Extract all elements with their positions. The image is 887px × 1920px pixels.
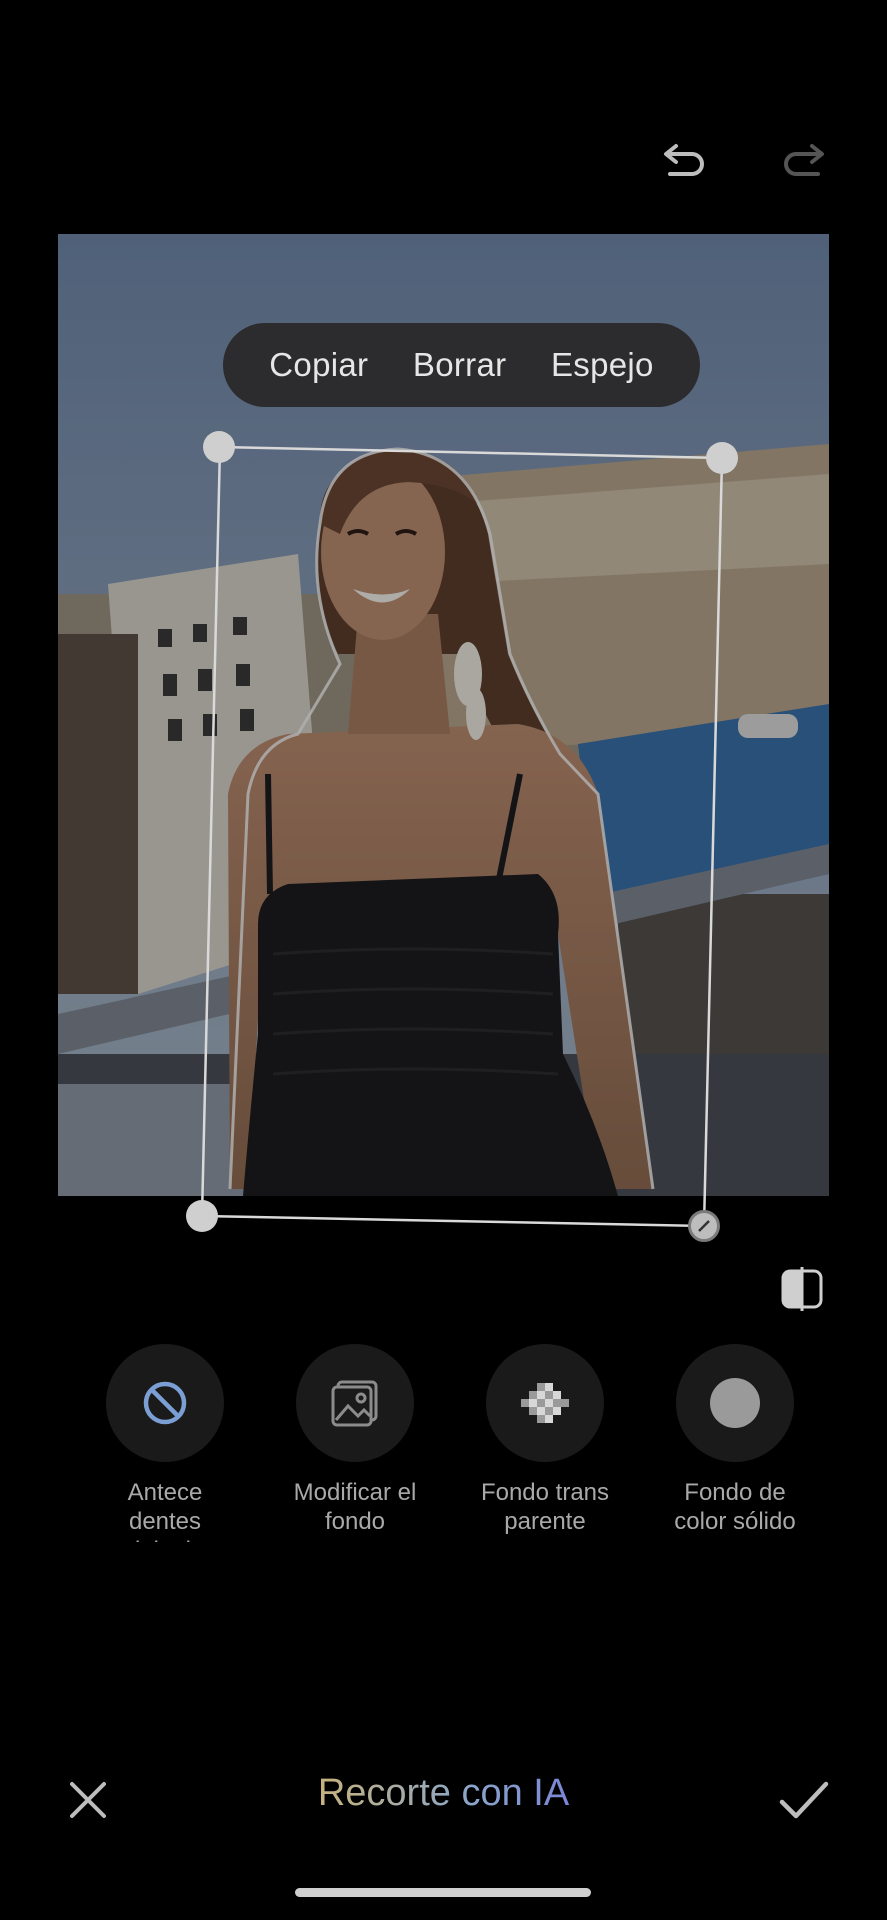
undo-icon <box>664 144 704 176</box>
resize-icon <box>698 1220 710 1232</box>
option-circle <box>486 1344 604 1462</box>
checkerboard-icon <box>521 1383 569 1423</box>
compare-icon <box>781 1267 823 1311</box>
screen-title-text: Recorte con IA <box>317 1772 570 1814</box>
home-indicator[interactable] <box>295 1888 591 1897</box>
solid-circle-icon <box>710 1378 760 1428</box>
delete-button[interactable]: Borrar <box>413 346 507 384</box>
option-circle <box>106 1344 224 1462</box>
option-solid-color-background[interactable]: Fondo de color sólido <box>660 1344 810 1542</box>
redo-icon <box>784 144 824 176</box>
handle-top-right[interactable] <box>706 442 738 474</box>
context-menu: Copiar Borrar Espejo <box>223 323 700 407</box>
confirm-button[interactable] <box>777 1776 831 1824</box>
copy-button[interactable]: Copiar <box>269 346 368 384</box>
option-label: Fondo de color sólido <box>674 1479 796 1535</box>
no-background-icon <box>143 1381 187 1425</box>
option-label: Fondo trans parente <box>480 1479 610 1535</box>
handle-bottom-left[interactable] <box>186 1200 218 1232</box>
option-label: Antece dentes originales <box>114 1479 217 1542</box>
option-label: Modificar el fondo <box>293 1479 417 1535</box>
mirror-button[interactable]: Espejo <box>551 346 654 384</box>
option-original-background[interactable]: Antece dentes originales <box>90 1344 240 1542</box>
option-circle <box>296 1344 414 1462</box>
compare-button[interactable] <box>779 1266 825 1312</box>
undo-button[interactable] <box>661 136 709 184</box>
history-controls <box>661 136 827 184</box>
option-circle <box>676 1344 794 1462</box>
option-modify-background[interactable]: Modificar el fondo <box>280 1344 430 1542</box>
check-icon <box>779 1781 829 1819</box>
background-options: Antece dentes originales Modificar el fo… <box>90 1344 810 1542</box>
option-transparent-background[interactable]: Fondo trans parente <box>470 1344 620 1542</box>
handle-top-left[interactable] <box>203 431 235 463</box>
redo-button[interactable] <box>779 136 827 184</box>
screen-title: Recorte con IA <box>0 1772 887 1815</box>
resize-rotate-handle[interactable] <box>688 1210 720 1242</box>
bottom-bar: Recorte con IA <box>0 1768 887 1828</box>
image-icon <box>331 1380 378 1427</box>
